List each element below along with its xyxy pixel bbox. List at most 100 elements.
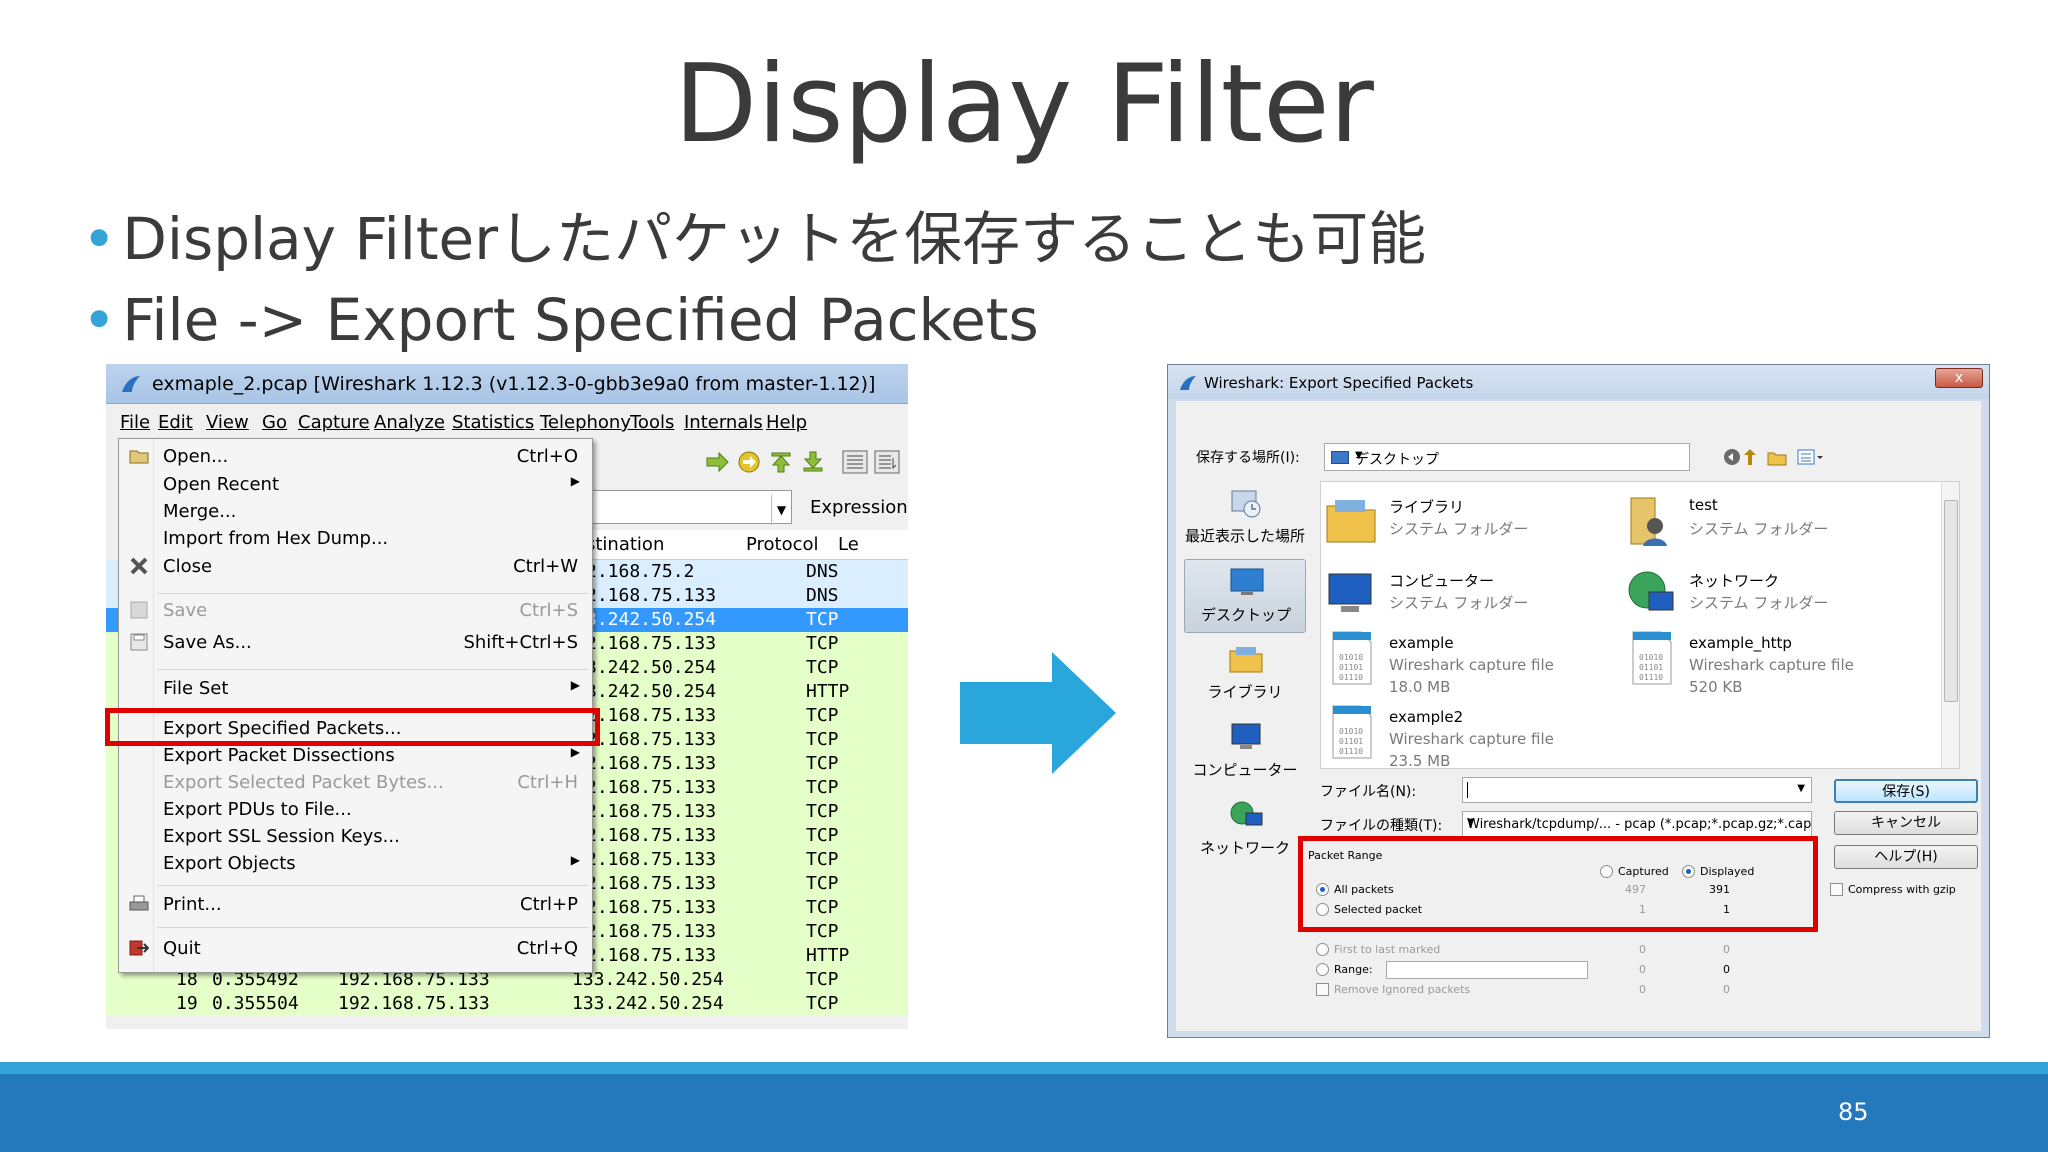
menu-capture[interactable]: Capture (298, 412, 370, 433)
menu-file[interactable]: File (120, 412, 150, 433)
go-forward-icon[interactable] (704, 450, 730, 474)
file-item-test[interactable]: test システム フォルダー (1621, 486, 1921, 552)
view-menu-icon[interactable] (1797, 449, 1815, 465)
wireshark-title-text: exmaple_2.pcap [Wireshark 1.12.3 (v1.12.… (152, 373, 876, 395)
range-radio[interactable] (1316, 963, 1329, 976)
dst-cell: 2.168.75.133 (586, 897, 717, 918)
place-computer[interactable]: コンピューター (1184, 715, 1306, 789)
menu-item-print[interactable]: Print... Ctrl+P (119, 891, 592, 917)
wireshark-titlebar: exmaple_2.pcap [Wireshark 1.12.3 (v1.12.… (106, 364, 908, 404)
new-folder-icon[interactable] (1767, 452, 1787, 466)
place-network[interactable]: ネットワーク (1184, 793, 1306, 867)
submenu-arrow-icon: ▶ (570, 678, 580, 692)
dst-cell: 2.168.75.133 (586, 849, 717, 870)
place-library[interactable]: ライブラリ (1184, 637, 1306, 711)
menu-tools[interactable]: Tools (630, 412, 674, 433)
displayed-count: 0 (1723, 943, 1730, 956)
place-label: 最近表示した場所 (1184, 527, 1305, 545)
remove-ignored-checkbox[interactable] (1316, 983, 1329, 996)
file-size: 23.5 MB (1389, 752, 1451, 769)
chevron-down-icon: ▼ (1355, 450, 1363, 461)
file-item-example[interactable]: 01010 01101 01110 example Wireshark captur… (1321, 624, 1621, 696)
range-row-label: First to last marked (1334, 943, 1441, 956)
menu-item-file-set[interactable]: File Set ▶ (119, 675, 592, 701)
dst-cell: 2.168.75.133 (586, 873, 717, 894)
menu-statistics[interactable]: Statistics (452, 412, 534, 433)
menu-item-import-hex[interactable]: Import from Hex Dump... (119, 525, 592, 551)
place-desktop[interactable]: デスクトップ (1184, 559, 1306, 633)
menu-item-export-pdus[interactable]: Export PDUs to File... (119, 796, 592, 822)
up-folder-icon[interactable] (1744, 449, 1756, 465)
menu-item-open[interactable]: Open... Ctrl+O (119, 443, 592, 469)
submenu-arrow-icon: ▶ (570, 474, 580, 488)
go-to-packet-icon[interactable] (736, 450, 762, 474)
menu-help[interactable]: Help (766, 412, 807, 433)
menu-item-export-objects[interactable]: Export Objects ▶ (119, 850, 592, 876)
menu-item-export-selected-bytes[interactable]: Export Selected Packet Bytes... Ctrl+H (119, 769, 592, 795)
dst-cell: 2.168.75.133 (586, 753, 717, 774)
quit-icon (129, 940, 149, 956)
menu-item-merge[interactable]: Merge... (119, 498, 592, 524)
file-item-computer[interactable]: コンピューター システム フォルダー (1321, 560, 1621, 626)
chevron-down-icon: ▼ (1797, 783, 1805, 794)
file-list: ライブラリ システム フォルダー test システム フォルダー コンピューター… (1320, 481, 1960, 769)
filename-input[interactable]: ▼ (1462, 777, 1812, 803)
menu-view[interactable]: View (206, 412, 249, 433)
menu-telephony[interactable]: Telephony (540, 412, 631, 433)
expression-button[interactable]: Expression... (810, 497, 908, 518)
table-row[interactable]: 19 0.355504 192.168.75.133 133.242.50.254 TC… (106, 992, 908, 1016)
cancel-button[interactable]: キャンセル (1834, 811, 1978, 835)
menu-item-quit[interactable]: Quit Ctrl+Q (119, 935, 592, 961)
file-item-library[interactable]: ライブラリ システム フォルダー (1321, 486, 1621, 552)
save-button[interactable]: 保存(S) (1834, 779, 1978, 803)
colorize-icon[interactable] (842, 450, 868, 474)
place-label: コンピューター (1192, 761, 1298, 779)
auto-scroll-icon[interactable] (874, 450, 900, 474)
menu-item-save[interactable]: Save Ctrl+S (119, 597, 592, 623)
filetype-select[interactable]: Wireshark/tcpdump/... - pcap (*.pcap;*.p… (1462, 811, 1812, 837)
column-destination[interactable]: stination (586, 534, 664, 555)
proto-cell: TCP (806, 705, 839, 726)
menu-edit[interactable]: Edit (158, 412, 193, 433)
file-desc: システム フォルダー (1689, 594, 1829, 612)
compress-gzip-checkbox[interactable] (1830, 883, 1843, 896)
menu-separator (157, 885, 589, 886)
file-item-example2[interactable]: 01010 01101 01110 example2 Wireshark captu… (1321, 698, 1621, 768)
display-filter-input[interactable]: ▼ (586, 490, 792, 525)
scrollbar-thumb[interactable] (1944, 500, 1958, 702)
dst-cell: 2.168.75.133 (586, 801, 717, 822)
menu-item-close[interactable]: Close Ctrl+W (119, 553, 592, 579)
filename-label: ファイル名(N): (1320, 784, 1417, 800)
range-row-label: Remove Ignored packets (1334, 983, 1471, 996)
column-length[interactable]: Le (838, 534, 859, 555)
go-first-icon[interactable] (768, 450, 794, 474)
proto-cell: TCP (806, 873, 839, 894)
help-button[interactable]: ヘルプ(H) (1834, 845, 1978, 869)
marked-range-radio[interactable] (1316, 943, 1329, 956)
dialog-titlebar: Wireshark: Export Specified Packets x (1168, 365, 1989, 399)
menu-go[interactable]: Go (262, 412, 287, 433)
wireshark-toolbar (586, 440, 908, 484)
column-protocol[interactable]: Protocol (746, 534, 819, 555)
go-last-icon[interactable] (800, 450, 826, 474)
close-button[interactable]: x (1935, 368, 1983, 388)
bullet-1-text: Display Filterしたパケットを保存することも可能 (122, 205, 1427, 273)
menu-internals[interactable]: Internals (684, 412, 763, 433)
menu-item-export-ssl-keys[interactable]: Export SSL Session Keys... (119, 823, 592, 849)
place-recent[interactable]: 最近表示した場所 (1184, 481, 1306, 555)
file-list-scrollbar[interactable] (1941, 482, 1959, 768)
proto-cell: TCP (806, 849, 839, 870)
menu-item-open-recent[interactable]: Open Recent ▶ (119, 471, 592, 497)
display-filter-bar: ▼ Expression... (586, 488, 908, 526)
menu-analyze[interactable]: Analyze (374, 412, 445, 433)
menu-item-shortcut: Ctrl+W (513, 556, 578, 577)
menu-item-label: Export SSL Session Keys... (163, 826, 400, 847)
range-input[interactable] (1386, 961, 1588, 979)
file-item-network[interactable]: ネットワーク システム フォルダー (1621, 560, 1921, 626)
dst-cell: 2.168.75.133 (586, 777, 717, 798)
chevron-down-icon[interactable]: ▼ (771, 495, 791, 525)
file-item-example-http[interactable]: 01010 01101 01110 example_http Wireshark c… (1621, 624, 1921, 696)
svg-text:01010: 01010 (1339, 653, 1363, 662)
menu-item-save-as[interactable]: Save As... Shift+Ctrl+S (119, 629, 592, 655)
save-location-select[interactable]: デスクトップ ▼ (1324, 443, 1690, 471)
